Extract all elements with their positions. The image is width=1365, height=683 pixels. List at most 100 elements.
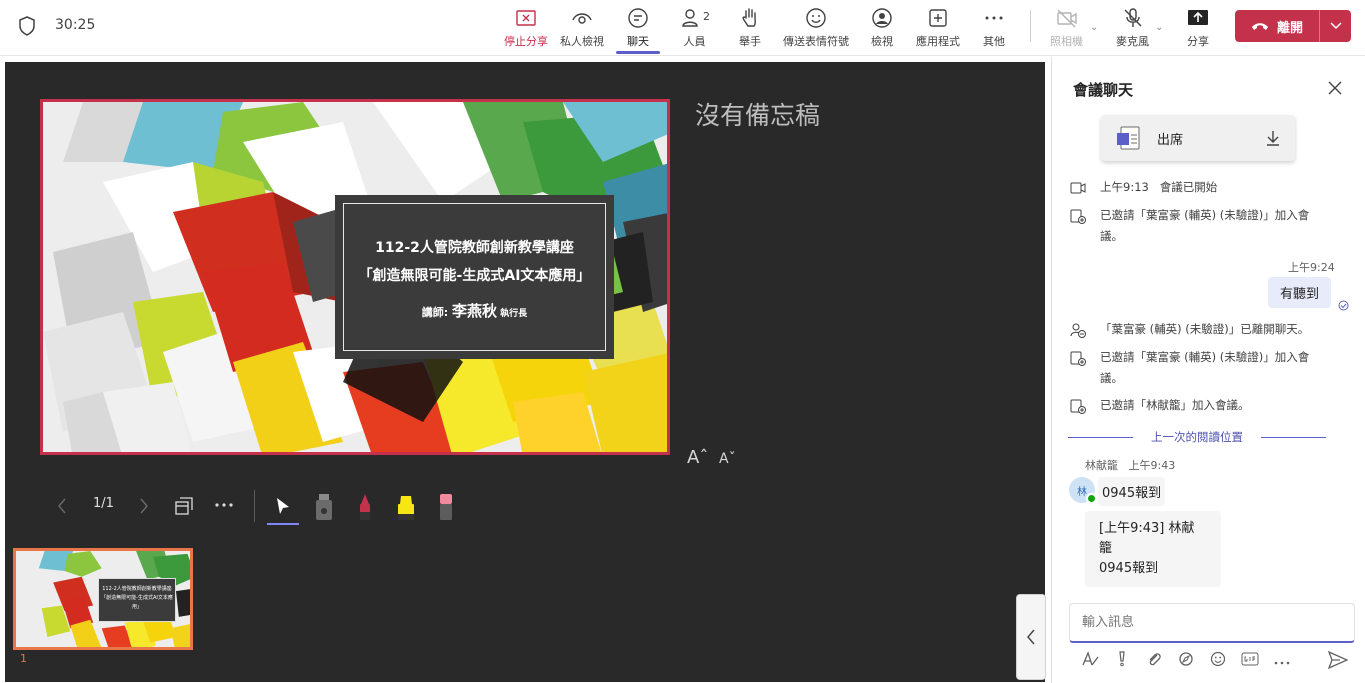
pointer-tool-icon[interactable]	[275, 496, 291, 516]
chat-label: 聊天	[627, 35, 649, 48]
thumbnail-title-line1: 112-2人管院教師創新教學講座	[102, 586, 172, 592]
previous-slide-icon[interactable]	[57, 498, 67, 514]
chevron-left-icon	[1027, 629, 1035, 645]
event-text: 「葉富豪 (輔英) (未驗證)」已離開聊天。	[1100, 322, 1310, 336]
hand-icon	[742, 8, 756, 27]
message-sender: 林献籠 上午9:43	[1085, 457, 1175, 473]
event-text: 已邀請「林献籠」加入會議。	[1100, 398, 1250, 412]
add-app-icon	[929, 9, 947, 27]
slide-title-line1: 112-2人管院教師創新教學講座	[375, 239, 574, 256]
highlighter-icon[interactable]	[395, 492, 417, 522]
raise-hand-label: 舉手	[739, 35, 761, 48]
collapse-panel-button[interactable]	[1016, 594, 1046, 680]
camera-label: 照相機	[1050, 35, 1083, 48]
apps-button[interactable]: 應用程式	[916, 6, 960, 52]
download-icon[interactable]	[1265, 130, 1281, 146]
raise-hand-button[interactable]: 舉手	[738, 6, 762, 52]
system-event-invite-1: 已邀請「葉富豪 (輔英) (未驗證)」加入會議。	[1070, 205, 1330, 247]
chat-message[interactable]: 0945報到	[1098, 477, 1166, 506]
leave-label: 離開	[1276, 20, 1303, 36]
increase-font-button[interactable]: Aˆ	[687, 447, 708, 468]
mic-off-icon	[1124, 8, 1141, 27]
message-input-box[interactable]	[1069, 603, 1355, 643]
apps-label: 應用程式	[916, 35, 960, 48]
people-label: 人員	[683, 35, 706, 48]
reaction-label: 傳送表情符號	[783, 35, 849, 48]
invite-icon	[1070, 351, 1086, 366]
more-button[interactable]: 其他	[982, 6, 1006, 52]
important-icon[interactable]	[1106, 651, 1138, 671]
leave-button[interactable]: 離開	[1235, 10, 1351, 42]
reaction-button[interactable]: 傳送表情符號	[783, 6, 849, 52]
speaker-notes: 沒有備忘稿	[695, 101, 821, 130]
document-icon	[1117, 126, 1140, 150]
message-line1: [上午9:43] 林献籠	[1099, 521, 1195, 556]
next-slide-icon[interactable]	[139, 498, 149, 514]
slide-title-box: 112-2人管院教師創新教學講座 「創造無限可能-生成式AI文本應用」 講師: …	[335, 195, 614, 359]
system-event-meeting-started: 上午9:13 會議已開始	[1070, 177, 1330, 201]
chat-panel-title: 會議聊天	[1073, 81, 1134, 99]
slide-thumbnail[interactable]: 112-2人管院教師創新教學講座 「創造無限可能-生成式AI文本應用」	[13, 548, 193, 650]
chat-icon	[628, 8, 648, 28]
loop-icon[interactable]	[1170, 651, 1202, 671]
eye-icon	[572, 13, 592, 24]
slide-grid-icon[interactable]	[174, 496, 194, 516]
event-text: 會議已開始	[1159, 180, 1218, 194]
thumbnail-title-box: 112-2人管院教師創新教學講座 「創造無限可能-生成式AI文本應用」	[98, 578, 176, 622]
lecturer-label: 講師:	[421, 305, 453, 319]
presenter-more-icon[interactable]	[214, 502, 234, 508]
chat-button[interactable]: 聊天	[626, 6, 650, 52]
meeting-chat-panel: 會議聊天 出席 上午9:13 會議已開始 已邀請「葉富豪 (輔英) (未驗證)」…	[1051, 57, 1365, 683]
file-name: 出席	[1157, 132, 1184, 148]
eraser-icon[interactable]	[436, 492, 456, 522]
slide-title-line2: 「創造無限可能-生成式AI文本應用」	[358, 267, 591, 284]
compose-toolbar	[1074, 651, 1298, 671]
close-icon[interactable]	[1328, 81, 1342, 95]
view-icon	[872, 8, 892, 28]
send-icon[interactable]	[1328, 651, 1348, 669]
stop-share-icon	[516, 10, 536, 26]
share-button[interactable]: 分享	[1186, 6, 1210, 52]
message-input[interactable]	[1070, 604, 1354, 641]
presenter-toolbar-divider	[254, 490, 255, 522]
attendance-file-card[interactable]: 出席	[1101, 115, 1295, 161]
camera-off-icon	[1056, 9, 1077, 28]
smiley-icon	[806, 8, 826, 28]
more-options-icon[interactable]	[1266, 653, 1298, 669]
laser-pointer-icon[interactable]	[314, 492, 334, 522]
chat-message-quoted[interactable]: [上午9:43] 林献籠 0945報到	[1085, 511, 1221, 587]
last-read-label: 上一次的閱讀位置	[1151, 430, 1243, 444]
format-icon[interactable]	[1074, 651, 1106, 671]
current-slide: 112-2人管院教師創新教學講座 「創造無限可能-生成式AI文本應用」 講師: …	[40, 99, 670, 455]
sender-time: 上午9:43	[1128, 459, 1176, 472]
event-text: 已邀請「葉富豪 (輔英) (未驗證)」加入會議。	[1100, 208, 1310, 243]
my-message[interactable]: 有聽到	[1268, 277, 1332, 308]
message-line2: 0945報到	[1099, 561, 1159, 576]
phone-hangup-icon	[1251, 23, 1268, 30]
lecturer-title: 執行長	[497, 308, 528, 319]
mic-button[interactable]: 麥克風	[1116, 6, 1149, 52]
camera-button[interactable]: 照相機	[1050, 6, 1083, 52]
camera-options-chevron-icon[interactable]: ⌄	[1090, 22, 1098, 33]
mic-options-chevron-icon[interactable]: ⌄	[1155, 22, 1163, 33]
event-text: 已邀請「葉富豪 (輔英) (未驗證)」加入會議。	[1100, 350, 1310, 385]
meeting-timer: 30:25	[55, 17, 96, 33]
people-button[interactable]: 2 人員	[679, 6, 710, 52]
view-button[interactable]: 檢視	[870, 6, 894, 52]
leave-main[interactable]: 離開	[1235, 10, 1319, 42]
attach-icon[interactable]	[1138, 651, 1170, 671]
leave-options-chevron-icon[interactable]	[1320, 22, 1351, 30]
red-pen-icon[interactable]	[355, 492, 375, 522]
decrease-font-button[interactable]: Aˇ	[719, 451, 736, 467]
slide-lecturer: 講師: 李燕秋 執行長	[422, 300, 527, 321]
person-left-icon	[1070, 323, 1086, 338]
emoji-icon[interactable]	[1202, 651, 1234, 671]
pointer-selected-indicator	[267, 523, 299, 525]
slide-title-frame: 112-2人管院教師創新教學講座 「創造無限可能-生成式AI文本應用」 講師: …	[343, 203, 606, 351]
stop-share-button[interactable]: 停止分享	[504, 6, 548, 52]
gif-icon[interactable]	[1234, 652, 1266, 670]
view-label: 檢視	[871, 35, 893, 48]
private-view-button[interactable]: 私人檢視	[560, 6, 604, 52]
my-message-time: 上午9:24	[1288, 261, 1335, 274]
toolbar-divider	[1030, 10, 1031, 42]
